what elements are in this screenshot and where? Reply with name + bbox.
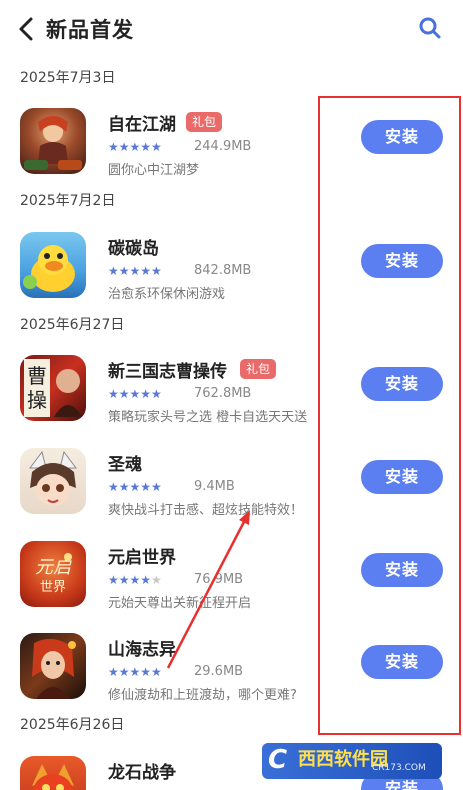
svg-text:曹: 曹 xyxy=(27,364,47,388)
app-icon-zizaijianghu[interactable] xyxy=(20,108,86,174)
app-name: 元启世界 xyxy=(108,548,176,568)
app-name: 自在江湖 xyxy=(108,115,176,135)
gift-badge: 礼包 xyxy=(240,359,277,379)
gift-badge: 礼包 xyxy=(186,112,223,132)
date-header: 2025年6月26日 xyxy=(20,717,125,733)
app-description: 元始天尊出关新征程开启 xyxy=(108,596,252,611)
svg-text:世界: 世界 xyxy=(40,580,66,595)
app-name: 碳碳岛 xyxy=(108,239,159,259)
rating-stars: ★★★★★ xyxy=(108,480,162,494)
app-icon-yuanqishijie[interactable]: 元启 世界 xyxy=(20,541,86,607)
app-icon-shenghun[interactable] xyxy=(20,448,86,514)
app-size: 76.9MB xyxy=(194,572,244,587)
date-header: 2025年7月2日 xyxy=(20,193,116,209)
back-chevron-icon[interactable] xyxy=(16,16,38,42)
app-size: 762.8MB xyxy=(194,386,252,401)
watermark-sub: CR173.COM xyxy=(372,763,426,773)
app-size: 29.6MB xyxy=(194,664,244,679)
app-description: 修仙渡劫和上班渡劫，哪个更难? xyxy=(108,688,297,703)
watermark-c: C xyxy=(268,745,288,775)
app-header: 新品首发 xyxy=(0,0,463,60)
app-size: 9.4MB xyxy=(194,479,235,494)
date-header: 2025年7月3日 xyxy=(20,70,116,86)
svg-text:操: 操 xyxy=(27,388,47,412)
app-name: 山海志异 xyxy=(108,640,176,660)
watermark-logo: C 西西软件园 CR173.COM xyxy=(262,743,442,779)
app-icon-shanhaizhiyi[interactable] xyxy=(20,633,86,699)
rating-stars: ★★★★★ xyxy=(108,573,162,587)
rating-stars: ★★★★★ xyxy=(108,264,162,278)
app-description: 圆你心中江湖梦 xyxy=(108,163,200,178)
app-icon-xinsanguozhi[interactable]: 曹 操 xyxy=(20,355,86,421)
app-name: 圣魂 xyxy=(108,455,142,475)
app-description: 治愈系环保休闲游戏 xyxy=(108,287,226,302)
app-name: 新三国志曹操传 xyxy=(108,362,227,382)
app-description: 策略玩家头号之选 橙卡自选天天送 xyxy=(108,410,308,425)
page-title: 新品首发 xyxy=(46,18,134,42)
annotation-highlight-box xyxy=(318,96,461,735)
app-description: 爽快战斗打击感、超炫技能特效！ xyxy=(108,503,304,518)
app-name: 龙石战争 xyxy=(108,763,176,783)
rating-stars: ★★★★★ xyxy=(108,140,162,154)
app-size: 244.9MB xyxy=(194,139,252,154)
date-header: 2025年6月27日 xyxy=(20,317,125,333)
app-size: 842.8MB xyxy=(194,263,252,278)
rating-stars: ★★★★★ xyxy=(108,665,162,679)
rating-stars: ★★★★★ xyxy=(108,387,162,401)
search-icon[interactable] xyxy=(418,16,442,40)
app-icon-tantandao[interactable] xyxy=(20,232,86,298)
app-icon-longshizhanzheng[interactable] xyxy=(20,756,86,790)
